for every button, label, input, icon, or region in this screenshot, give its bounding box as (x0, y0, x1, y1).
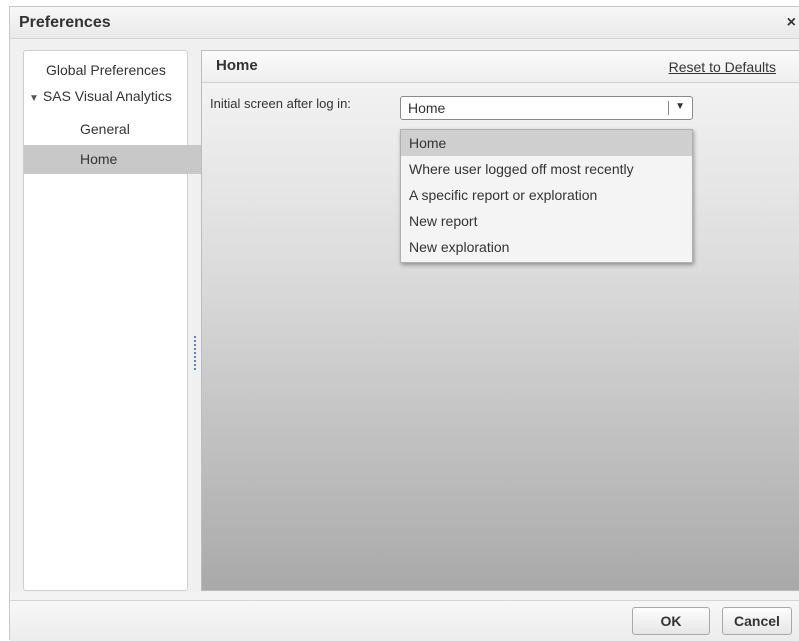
splitter-handle[interactable] (194, 336, 196, 374)
dialog-titlebar: Preferences × (10, 7, 799, 39)
preferences-dialog: Preferences × Global Preferences ▼ SAS Vi… (9, 6, 799, 641)
reset-to-defaults-link[interactable]: Reset to Defaults (669, 59, 776, 75)
preferences-nav: Global Preferences ▼ SAS Visual Analytics… (23, 50, 243, 591)
dialog-title: Preferences (19, 14, 111, 31)
nav-item-label: General (80, 121, 130, 137)
nav-item-sas-visual-analytics[interactable]: ▼ SAS Visual Analytics (24, 82, 192, 111)
triangle-down-icon[interactable]: ▼ (29, 93, 39, 104)
content-header: Home Reset to Defaults (202, 51, 799, 83)
dropdown-option-specific-report[interactable]: A specific report or exploration (401, 182, 692, 208)
nav-item-global-preferences[interactable]: Global Preferences (24, 56, 209, 85)
dialog-body: Global Preferences ▼ SAS Visual Analytics… (10, 40, 799, 592)
select-value: Home (408, 100, 446, 116)
chevron-down-icon[interactable]: ▼ (675, 101, 685, 112)
dropdown-option-new-exploration[interactable]: New exploration (401, 234, 692, 260)
initial-screen-select[interactable]: Home ▼ (400, 96, 693, 120)
content-panel: Home Reset to Defaults Initial screen af… (201, 50, 799, 591)
dialog-footer: OK Cancel (10, 600, 799, 641)
content-title: Home (216, 57, 258, 74)
ok-button[interactable]: OK (632, 607, 710, 635)
initial-screen-dropdown-menu: Home Where user logged off most recently… (400, 129, 693, 263)
nav-item-label: SAS Visual Analytics (42, 88, 172, 104)
nav-item-label: Global Preferences (46, 62, 166, 78)
dropdown-option-last-logoff[interactable]: Where user logged off most recently (401, 156, 692, 182)
close-icon[interactable]: × (787, 14, 796, 32)
dropdown-option-home[interactable]: Home (401, 130, 692, 156)
nav-item-label: Home (80, 151, 118, 167)
initial-screen-label: Initial screen after log in: (210, 96, 351, 111)
select-divider (668, 101, 669, 115)
dropdown-option-new-report[interactable]: New report (401, 208, 692, 234)
cancel-button[interactable]: Cancel (722, 607, 792, 635)
